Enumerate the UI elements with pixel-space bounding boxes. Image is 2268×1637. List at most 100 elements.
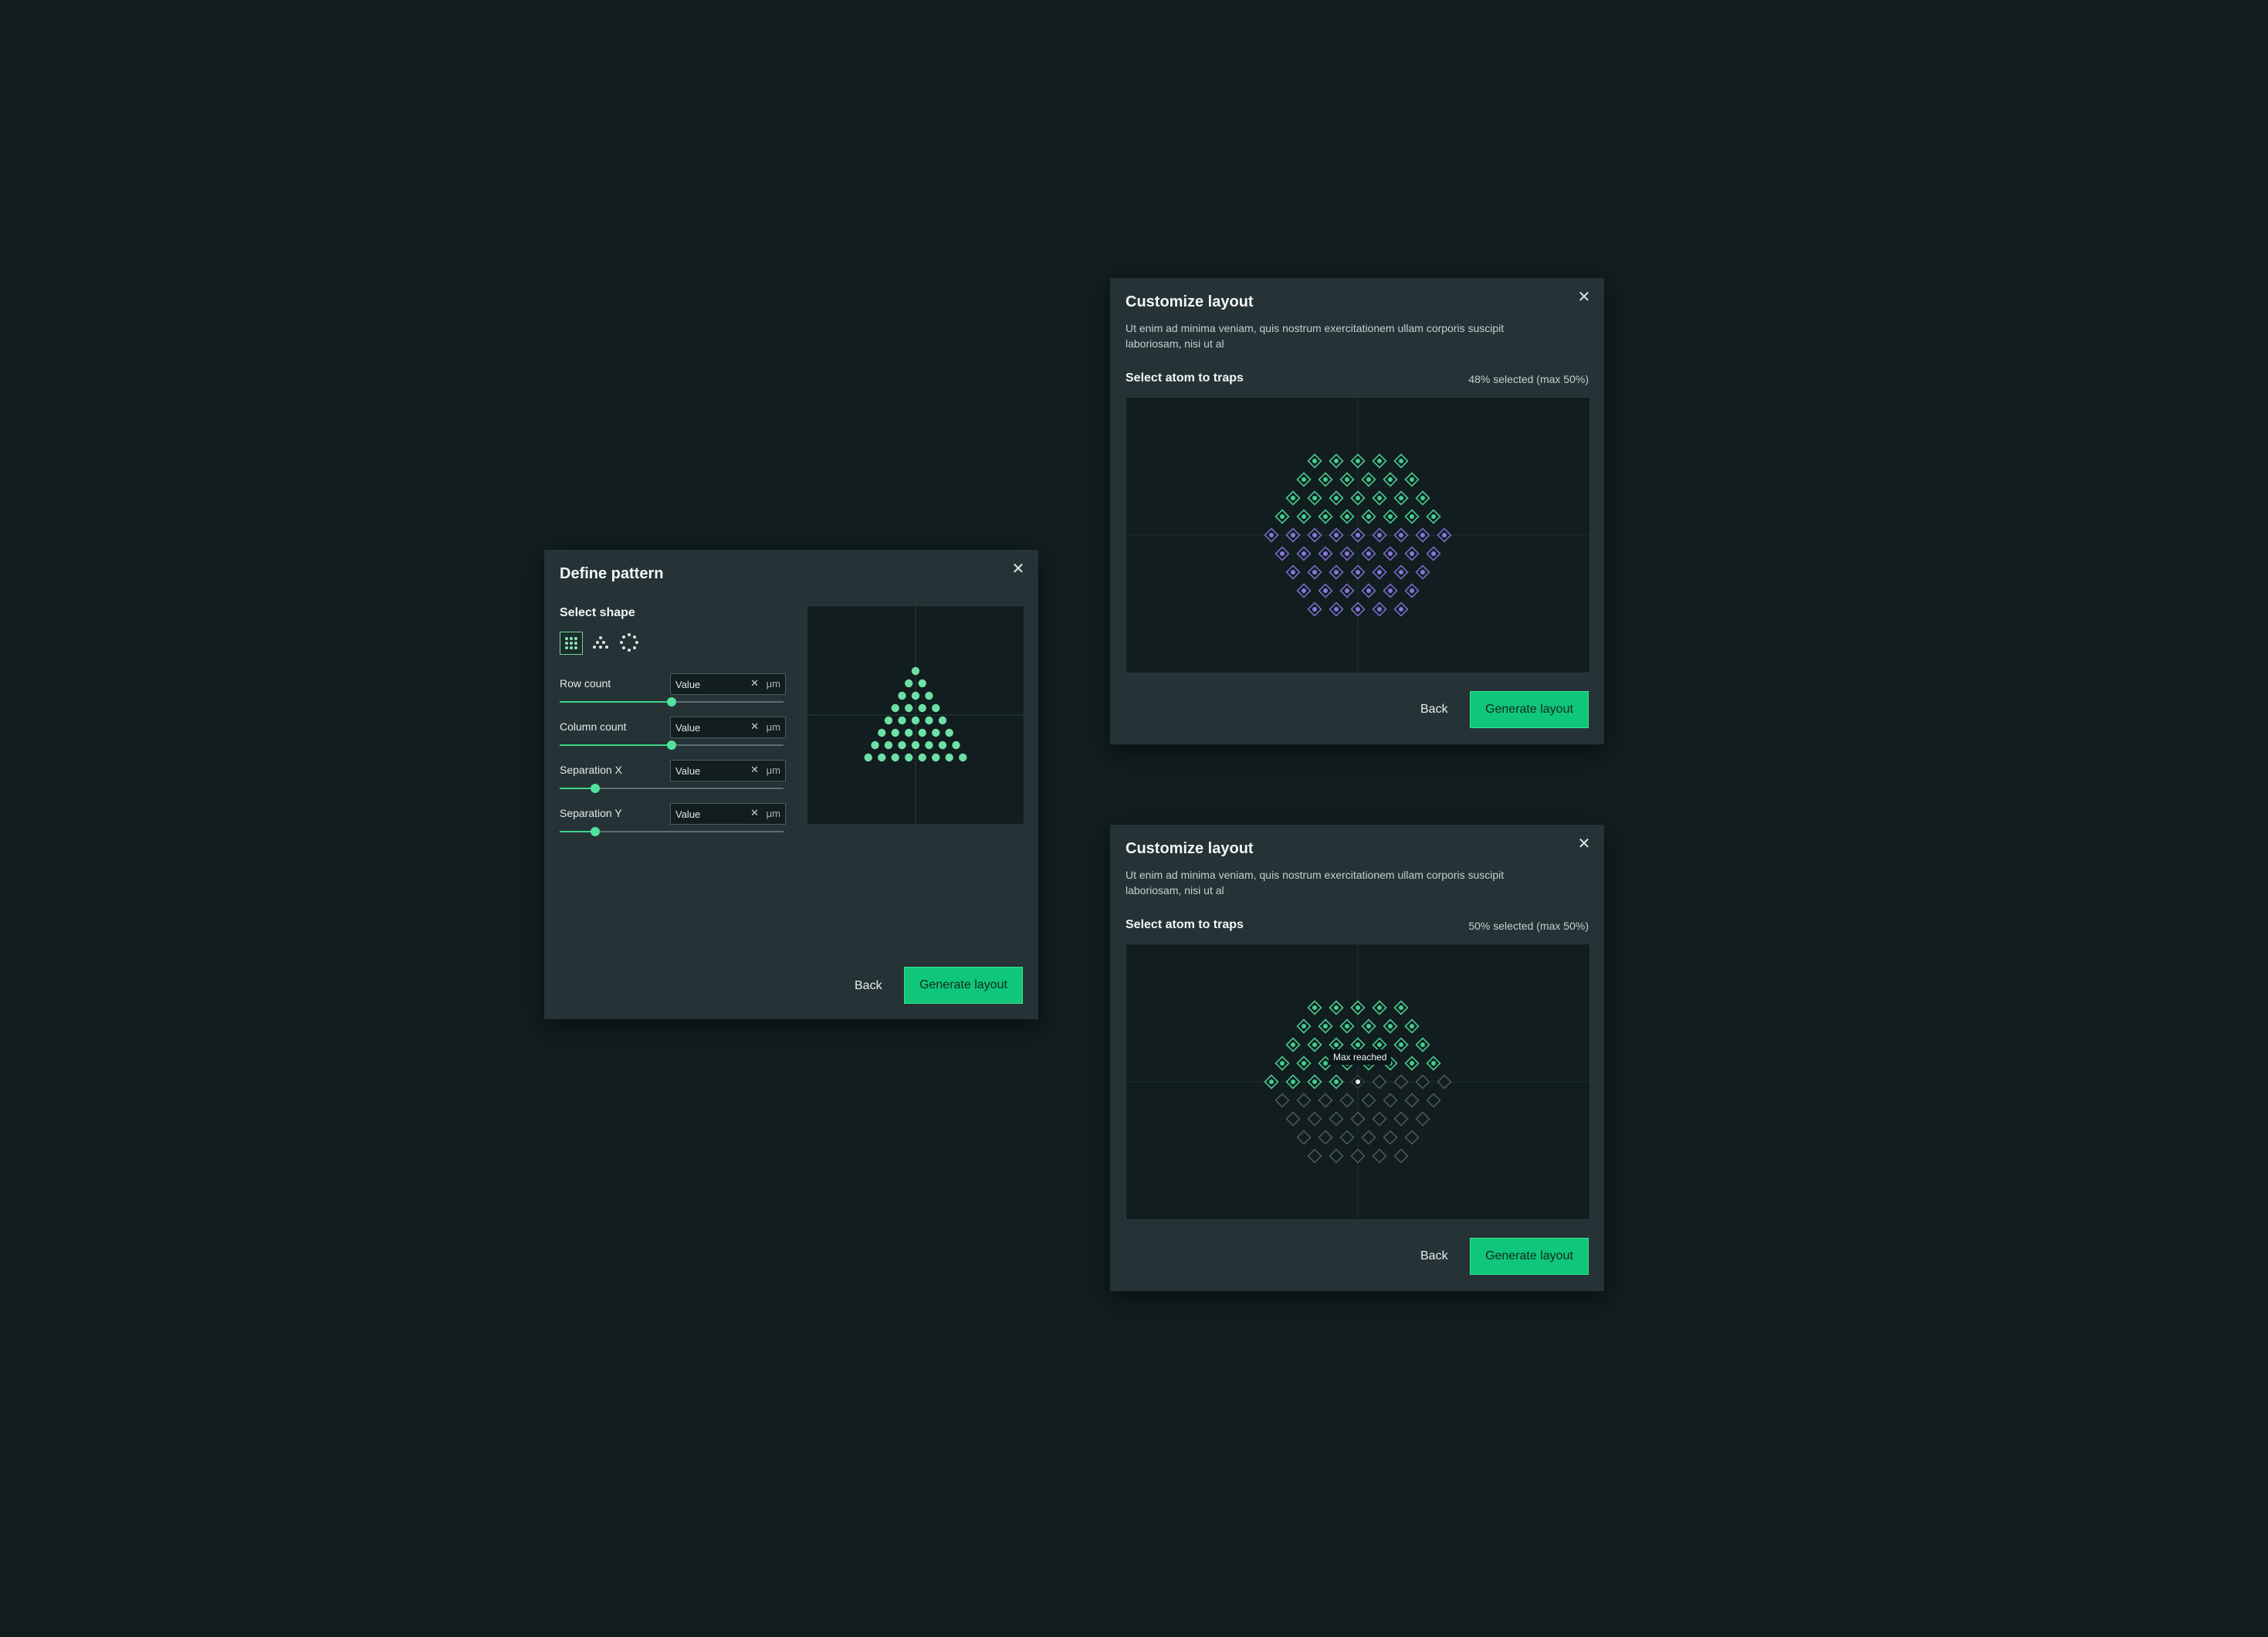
slider-thumb[interactable]	[591, 827, 601, 836]
back-button[interactable]: Back	[855, 979, 882, 993]
clear-icon[interactable]: ✕	[750, 807, 759, 819]
dialog-description: Ut enim ad minima veniam, quis nostrum e…	[1126, 322, 1505, 350]
atom-dot	[898, 716, 906, 725]
selection-status: 50% selected (max 50%)	[1468, 920, 1589, 932]
atom-dot	[1334, 1005, 1339, 1010]
atom-dot	[1269, 533, 1274, 537]
value-slider[interactable]	[560, 826, 784, 837]
atom-dot	[864, 753, 872, 762]
atom-dot	[1410, 1024, 1414, 1029]
atom-dot	[959, 753, 967, 762]
atom-dot	[1377, 607, 1382, 612]
atom-dot	[1377, 570, 1382, 574]
close-icon[interactable]: ✕	[1576, 289, 1593, 306]
atom-dot	[1377, 459, 1382, 463]
triangle-shape-icon	[593, 636, 608, 649]
atom-trap	[1318, 1093, 1333, 1108]
atom-dot	[1356, 496, 1360, 500]
clear-icon[interactable]: ✕	[750, 764, 759, 776]
value-slider[interactable]	[560, 696, 784, 707]
atom-trap	[1415, 1111, 1430, 1127]
control-label: Separation X	[560, 764, 622, 776]
circle-shape-button[interactable]	[618, 632, 641, 655]
value-input[interactable]	[675, 806, 745, 822]
atom-dot	[918, 753, 926, 762]
value-slider[interactable]	[560, 783, 784, 794]
atom-dot	[1356, 570, 1360, 574]
atom-trap	[1383, 1093, 1398, 1108]
atom-dot	[1269, 1079, 1274, 1084]
slider-thumb[interactable]	[667, 697, 676, 707]
close-icon[interactable]: ✕	[1576, 835, 1593, 852]
value-field: ✕ μm	[670, 760, 786, 781]
atom-trap	[1350, 1148, 1366, 1164]
atom-dot	[1420, 496, 1425, 500]
triangle-shape-button[interactable]	[589, 632, 612, 655]
pattern-preview-svg	[807, 606, 1024, 824]
slider-thumb[interactable]	[591, 784, 601, 793]
atom-dot	[911, 691, 920, 700]
unit-label: μm	[766, 721, 780, 733]
atom-dot	[1399, 1042, 1403, 1047]
atom-dot	[891, 728, 899, 737]
dialog-title: Customize layout	[1126, 840, 1254, 857]
atom-grid-canvas	[1126, 397, 1590, 673]
select-shape-label: Select shape	[560, 606, 635, 619]
atom-dot	[891, 703, 899, 713]
atom-dot	[1291, 1042, 1295, 1047]
atom-dot	[1410, 514, 1414, 519]
atom-dot	[884, 716, 893, 725]
atom-dot	[1377, 1042, 1382, 1047]
close-icon[interactable]: ✕	[1010, 561, 1027, 578]
atom-dot	[1410, 551, 1414, 556]
atom-trap	[1383, 1130, 1398, 1145]
atom-dot	[1420, 533, 1425, 537]
atom-dot	[1312, 1042, 1317, 1047]
generate-layout-button[interactable]: Generate layout	[904, 967, 1023, 1004]
back-button[interactable]: Back	[1420, 1249, 1448, 1263]
clear-icon[interactable]: ✕	[750, 677, 759, 690]
atom-dot	[1280, 514, 1285, 519]
atom-dot	[932, 753, 940, 762]
atom-dot	[945, 753, 953, 762]
atom-dot	[878, 753, 886, 762]
atom-trap	[1307, 1111, 1322, 1127]
atom-dot	[1399, 607, 1403, 612]
slider-thumb[interactable]	[667, 741, 676, 750]
atom-dot	[1410, 588, 1414, 593]
atom-trap	[1318, 1130, 1333, 1145]
atom-dot	[1312, 1079, 1317, 1084]
atom-dot	[1334, 496, 1339, 500]
atom-dot	[911, 666, 920, 676]
generate-layout-button[interactable]: Generate layout	[1470, 691, 1589, 728]
atom-dot	[1334, 459, 1339, 463]
control-label: Column count	[560, 720, 627, 733]
atom-trap	[1339, 1130, 1355, 1145]
atom-dot	[1366, 551, 1371, 556]
atom-dot	[1312, 459, 1317, 463]
atom-dot	[1442, 533, 1447, 537]
dialog-title: Define pattern	[560, 565, 664, 582]
control-label: Separation Y	[560, 807, 622, 819]
value-input[interactable]	[675, 763, 745, 778]
clear-icon[interactable]: ✕	[750, 720, 759, 733]
circle-shape-icon	[620, 633, 638, 652]
atom-trap	[1372, 1111, 1387, 1127]
atom-dot	[1334, 1079, 1339, 1084]
atom-dot	[1334, 570, 1339, 574]
atom-dot	[911, 741, 920, 750]
atom-dot	[1334, 607, 1339, 612]
atom-dot	[1399, 459, 1403, 463]
atom-dot	[1410, 1061, 1414, 1066]
value-input[interactable]	[675, 676, 745, 692]
back-button[interactable]: Back	[1420, 703, 1448, 717]
atom-trap	[1393, 1148, 1409, 1164]
grid-shape-button[interactable]	[560, 632, 583, 655]
atom-trap	[1339, 1093, 1355, 1108]
atom-trap	[1274, 1093, 1290, 1108]
value-slider[interactable]	[560, 740, 784, 751]
atom-dot	[1323, 1061, 1328, 1066]
value-input[interactable]	[675, 720, 745, 735]
value-field: ✕ μm	[670, 673, 786, 695]
generate-layout-button[interactable]: Generate layout	[1470, 1238, 1589, 1275]
